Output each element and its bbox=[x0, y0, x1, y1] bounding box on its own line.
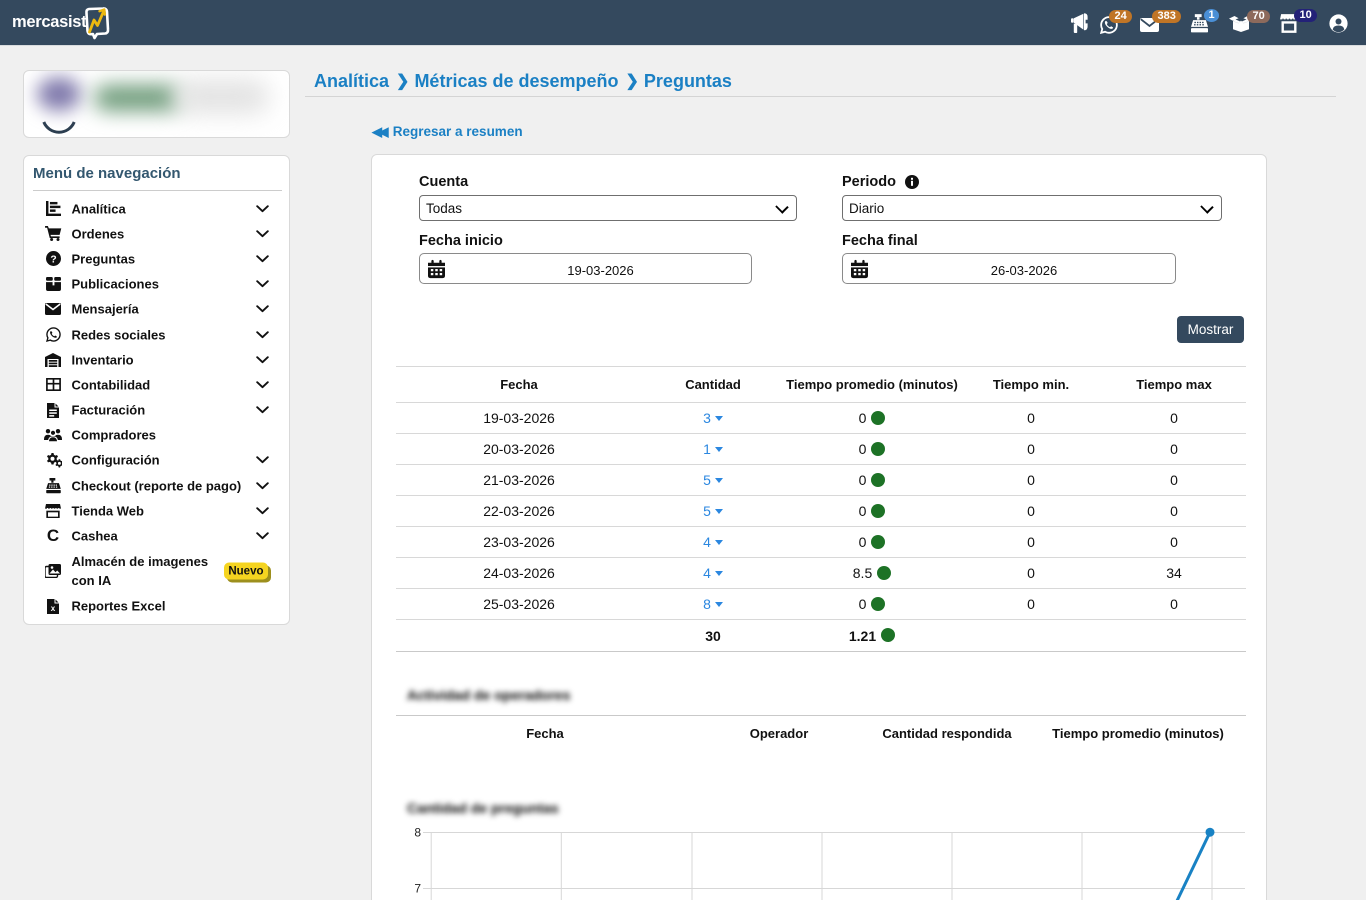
svg-text:?: ? bbox=[50, 255, 56, 266]
svg-text:7: 7 bbox=[414, 882, 421, 896]
svg-text:8: 8 bbox=[414, 826, 421, 840]
svg-text:x: x bbox=[51, 604, 56, 613]
